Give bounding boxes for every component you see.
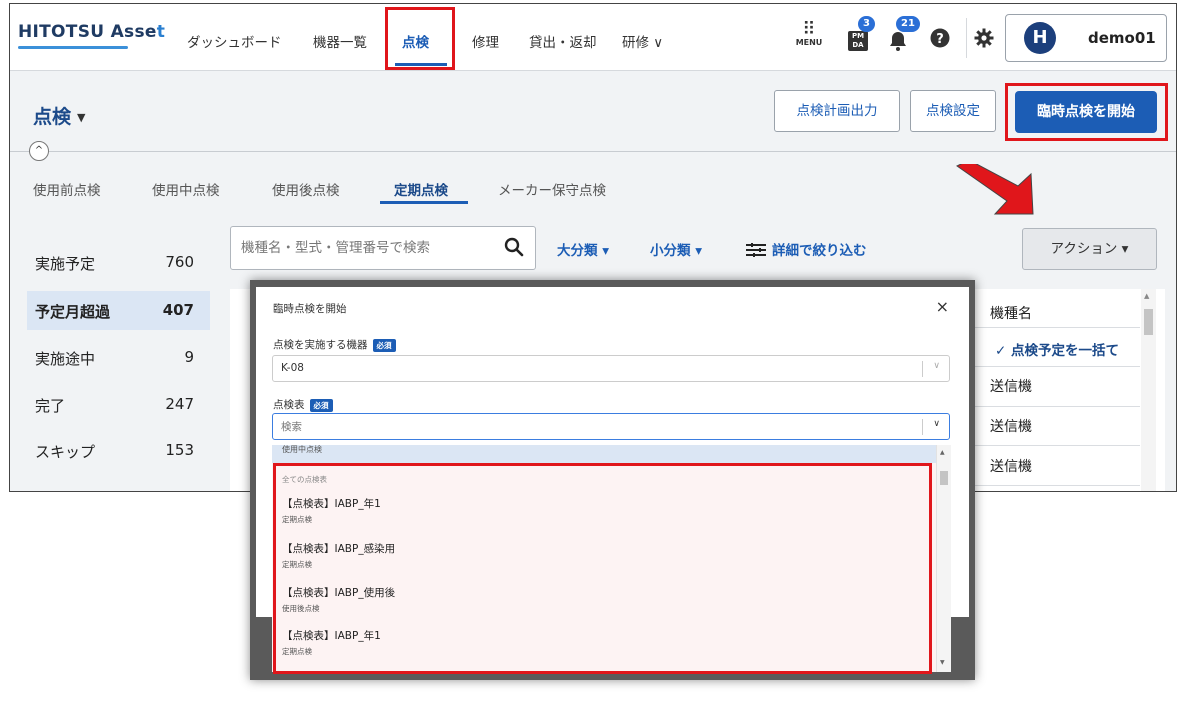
table-cell: 送信機: [990, 419, 1032, 435]
gear-icon[interactable]: [974, 28, 994, 53]
notification-badge: 21: [896, 16, 920, 32]
dropdown-scroll-thumb[interactable]: [940, 471, 948, 485]
list-item[interactable]: 使用中点検: [272, 445, 936, 463]
device-select[interactable]: K-08 ∨: [272, 355, 950, 382]
detail-filter-button[interactable]: 詳細で絞り込む: [746, 239, 867, 259]
dropdown-option[interactable]: 【点検表】IABP_使用後 使用後点検: [282, 585, 395, 614]
status-skipped[interactable]: スキップ 153: [27, 431, 210, 470]
sliders-icon: [746, 243, 766, 257]
inspection-sheet-search-input[interactable]: [281, 417, 881, 437]
logo[interactable]: HITOTSU Asset: [18, 22, 166, 49]
tab-in-use[interactable]: 使用中点検: [152, 179, 220, 199]
status-overdue[interactable]: 予定月超過 407: [27, 291, 210, 330]
username: demo01: [1088, 29, 1156, 47]
scroll-down-arrow-icon[interactable]: ▼: [940, 659, 945, 666]
tab-maker-maintenance[interactable]: メーカー保守点検: [498, 179, 606, 199]
chevron-down-icon[interactable]: ∨: [933, 361, 940, 371]
table-scroll-thumb[interactable]: [1144, 309, 1153, 335]
inspection-sheet-select[interactable]: ∨: [272, 413, 950, 440]
major-category-filter[interactable]: 大分類 ▾: [557, 239, 609, 259]
menu-button[interactable]: ⠿ MENU: [793, 19, 825, 48]
start-adhoc-inspection-button[interactable]: 臨時点検を開始: [1015, 91, 1157, 133]
caret-down-icon: ▼: [77, 111, 86, 124]
status-in-progress[interactable]: 実施途中 9: [27, 338, 210, 377]
search-box: [230, 226, 536, 270]
table-cell: 送信機: [990, 379, 1032, 395]
collapse-chevron-icon[interactable]: ^: [29, 141, 49, 161]
tab-pre-use[interactable]: 使用前点検: [33, 179, 101, 199]
tab-active-indicator: [380, 201, 468, 204]
minor-category-filter[interactable]: 小分類 ▾: [650, 239, 702, 259]
status-scheduled[interactable]: 実施予定 760: [27, 243, 210, 282]
status-completed[interactable]: 完了 247: [27, 385, 210, 424]
avatar: H: [1024, 22, 1056, 54]
required-badge: 必須: [372, 338, 396, 352]
nav-dashboard[interactable]: ダッシュボード: [187, 31, 282, 51]
inspection-settings-button[interactable]: 点検設定: [910, 90, 996, 132]
search-icon[interactable]: [503, 236, 525, 258]
chevron-down-icon[interactable]: ∨: [933, 419, 940, 429]
top-navigation: HITOTSU Asset ダッシュボード 機器一覧 点検 修理 貸出・返却 研…: [10, 4, 1176, 71]
header-divider: [10, 151, 1176, 152]
table-cell: 送信機: [990, 459, 1032, 475]
dropdown-option[interactable]: 【点検表】IABP_年1 定期点検: [282, 496, 381, 525]
logo-text: HITOTSU Asse: [18, 22, 157, 42]
help-icon[interactable]: ?: [930, 28, 950, 53]
plan-output-button[interactable]: 点検計画出力: [774, 90, 900, 132]
nav-training[interactable]: 研修 ∨: [622, 31, 663, 51]
nav-inspection-highlight: [385, 7, 455, 70]
column-header-model[interactable]: 機種名: [990, 303, 1032, 323]
menu-label: MENU: [795, 38, 823, 47]
logo-accent: t: [156, 22, 166, 42]
tab-post-use[interactable]: 使用後点検: [272, 179, 340, 199]
pmda-badge: 3: [858, 16, 875, 32]
sheet-field-label: 点検表 必須: [273, 397, 333, 412]
nav-divider: [966, 18, 967, 58]
bell-icon[interactable]: [888, 30, 908, 57]
svg-text:?: ?: [936, 32, 944, 47]
dropdown-group-label: 全ての点検表: [282, 475, 327, 484]
logo-underline: [18, 46, 128, 49]
tab-periodic[interactable]: 定期点検: [394, 179, 448, 199]
bulk-schedule-action[interactable]: ✓ 点検予定を一括て: [995, 339, 1119, 359]
dropdown-option[interactable]: 【点検表】IABP_感染用 定期点検: [282, 541, 395, 570]
required-badge: 必須: [309, 398, 333, 412]
nav-device-list[interactable]: 機器一覧: [313, 31, 367, 51]
dialog-title: 臨時点検を開始: [273, 303, 347, 315]
inspection-sheet-dropdown: 使用中点検 全ての点検表 【点検表】IABP_年1 定期点検 【点検表】IABP…: [272, 445, 951, 672]
dropdown-option[interactable]: 【点検表】IABP_年1 定期点検: [282, 628, 381, 657]
search-input[interactable]: [241, 227, 491, 269]
user-menu-button[interactable]: H demo01: [1005, 14, 1167, 62]
pmda-icon[interactable]: PM DA: [848, 31, 868, 51]
device-field-label: 点検を実施する機器 必須: [273, 337, 396, 352]
page-title[interactable]: 点検 ▼: [33, 102, 85, 129]
nav-lending[interactable]: 貸出・返却: [529, 31, 597, 51]
pointer-arrow-annotation: [956, 164, 1034, 215]
nav-repair[interactable]: 修理: [472, 31, 499, 51]
close-icon[interactable]: ×: [936, 297, 949, 316]
grid-icon: ⠿: [802, 19, 816, 40]
scroll-up-arrow-icon[interactable]: ▲: [1144, 292, 1149, 300]
scroll-up-arrow-icon[interactable]: ▲: [940, 449, 945, 456]
